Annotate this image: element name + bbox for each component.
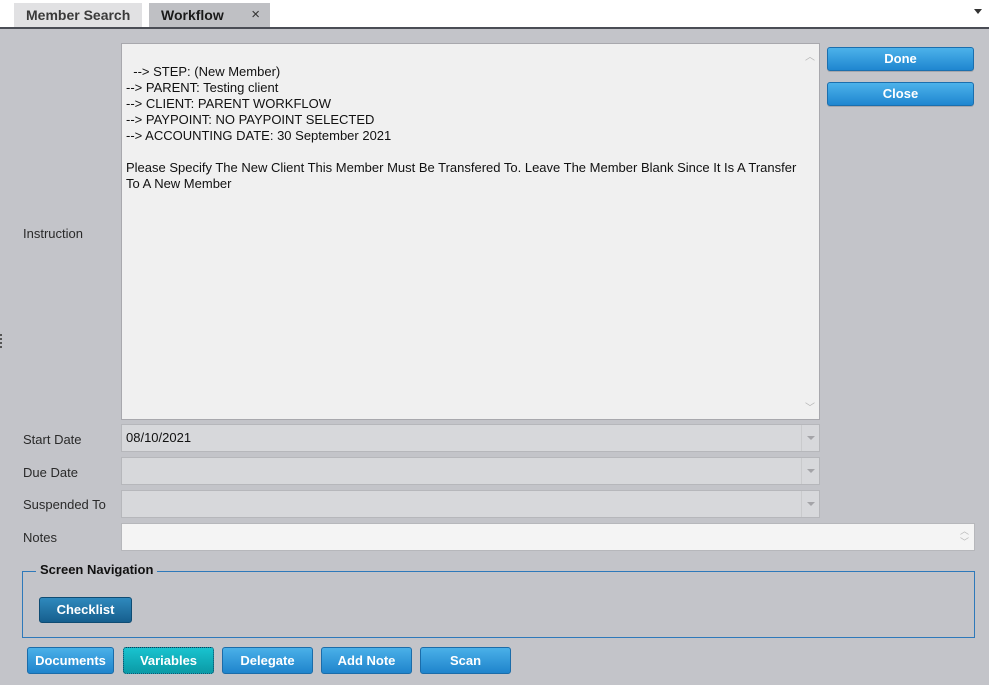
- add-note-button[interactable]: Add Note: [321, 647, 412, 674]
- delegate-button[interactable]: Delegate: [222, 647, 313, 674]
- tab-member-search-label: Member Search: [26, 7, 131, 23]
- instruction-textarea[interactable]: --> STEP: (New Member) --> PARENT: Testi…: [121, 43, 820, 420]
- start-date-label: Start Date: [23, 432, 82, 447]
- due-date-label: Due Date: [23, 465, 78, 480]
- scroll-down-icon[interactable]: ﹀: [960, 538, 969, 547]
- tab-member-search[interactable]: Member Search: [14, 3, 143, 27]
- scroll-down-icon[interactable]: ﹀: [805, 401, 815, 414]
- chevron-down-icon[interactable]: [801, 491, 819, 517]
- instruction-label: Instruction: [23, 226, 83, 241]
- documents-button[interactable]: Documents: [27, 647, 114, 674]
- close-button[interactable]: Close: [827, 82, 974, 106]
- instruction-text: --> STEP: (New Member) --> PARENT: Testi…: [126, 64, 797, 191]
- variables-button[interactable]: Variables: [123, 647, 214, 674]
- checklist-button[interactable]: Checklist: [39, 597, 132, 623]
- chevron-down-icon[interactable]: [801, 458, 819, 484]
- splitter-grip-icon[interactable]: [0, 334, 3, 348]
- start-date-value: 08/10/2021: [126, 430, 192, 445]
- close-icon[interactable]: ×: [251, 3, 260, 27]
- tab-menu-dropdown-icon[interactable]: [974, 9, 982, 14]
- tab-workflow-label: Workflow: [161, 7, 224, 23]
- due-date-field[interactable]: [121, 457, 820, 485]
- screen-navigation-group: [22, 571, 975, 638]
- scroll-up-icon[interactable]: ︿: [960, 527, 969, 536]
- notes-label: Notes: [23, 530, 57, 545]
- scan-button[interactable]: Scan: [420, 647, 511, 674]
- chevron-down-icon[interactable]: [801, 425, 819, 451]
- done-button[interactable]: Done: [827, 47, 974, 71]
- suspended-to-field[interactable]: [121, 490, 820, 518]
- suspended-to-label: Suspended To: [23, 497, 106, 512]
- notes-input[interactable]: ︿ ﹀: [121, 523, 975, 551]
- start-date-field[interactable]: 08/10/2021: [121, 424, 820, 452]
- scroll-up-icon[interactable]: ︿: [805, 50, 815, 63]
- tab-workflow[interactable]: Workflow ×: [149, 3, 270, 27]
- screen-navigation-title: Screen Navigation: [36, 562, 158, 577]
- tab-bar: Member Search Workflow ×: [0, 0, 989, 29]
